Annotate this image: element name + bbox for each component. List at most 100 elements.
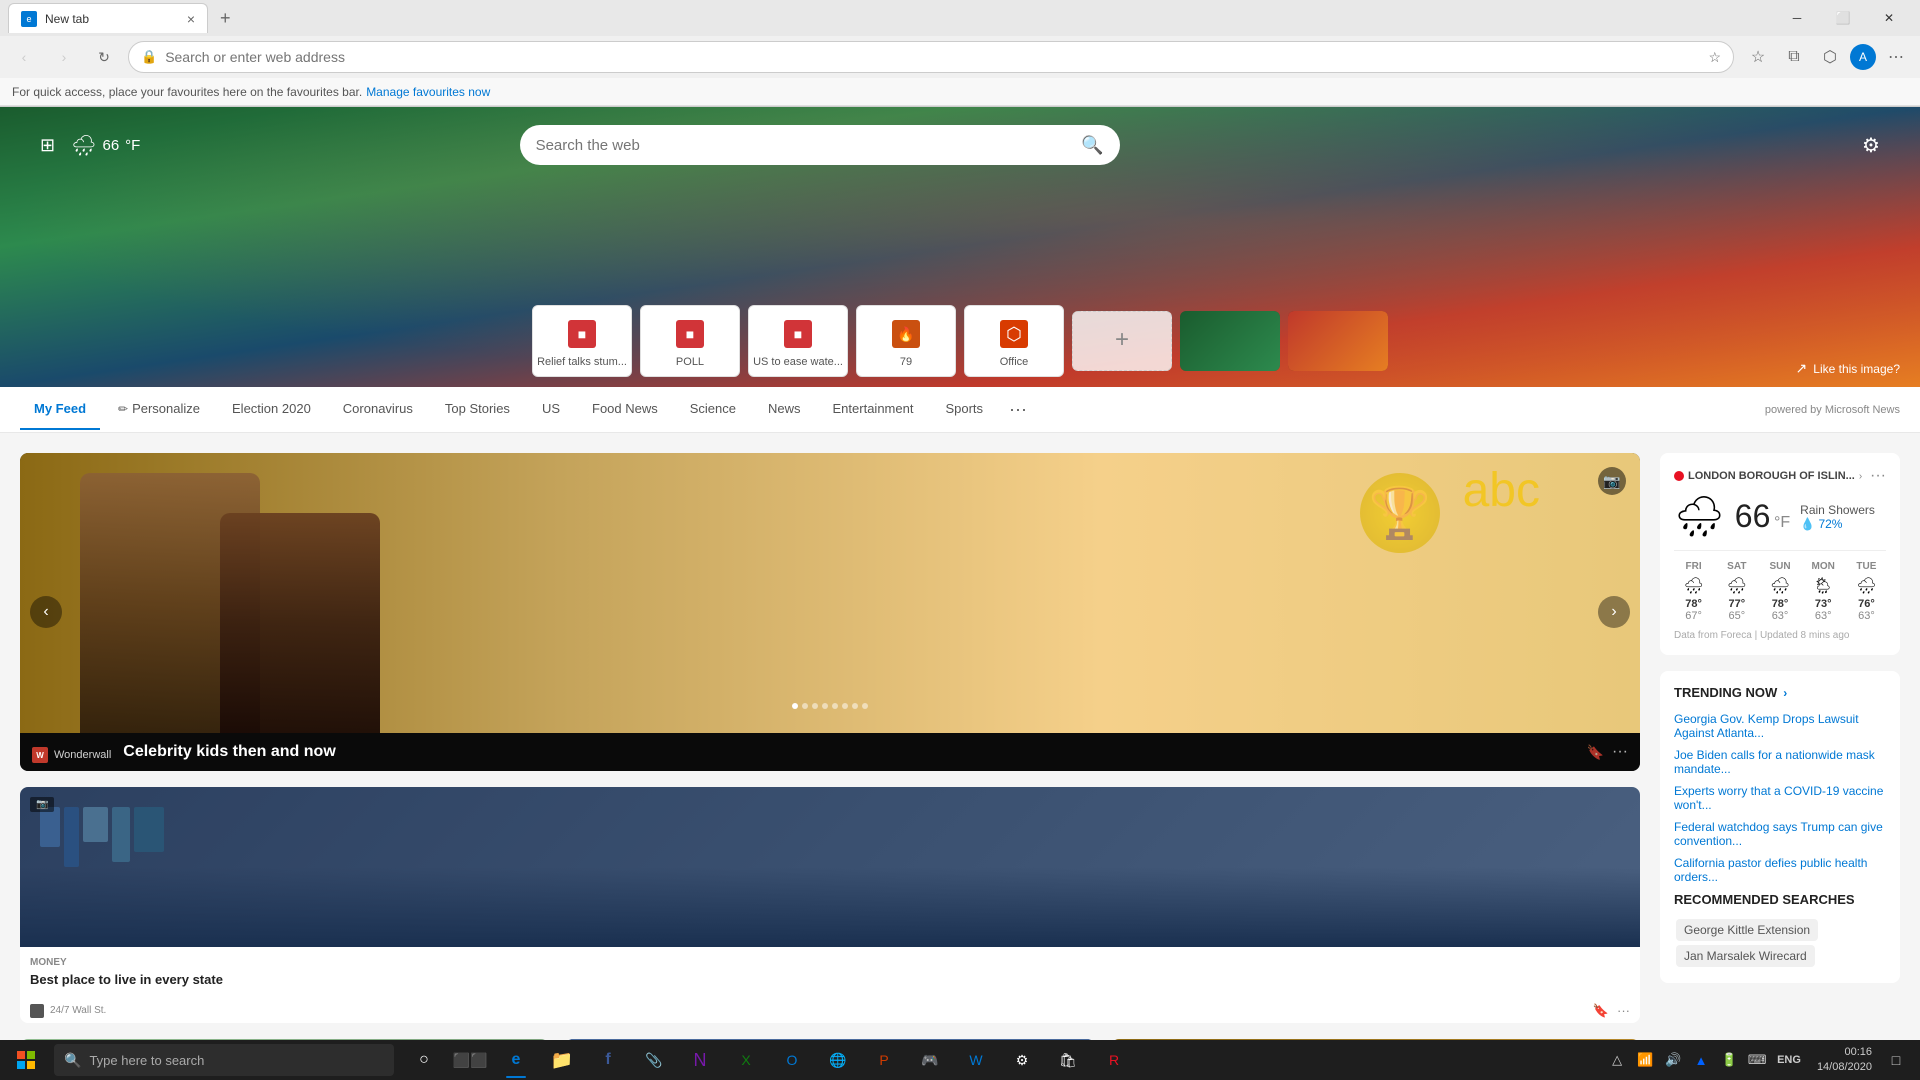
taskbar-folder-icon[interactable]: 📁 [540,1040,584,1080]
shortcut-thumb-1[interactable] [1180,311,1280,371]
like-image-text: Like this image? [1813,362,1900,376]
shortcut-79[interactable]: 🔥 79 [856,305,956,377]
trending-item-5[interactable]: California pastor defies public health o… [1674,856,1886,884]
trending-item-2[interactable]: Joe Biden calls for a nationwide mask ma… [1674,748,1886,776]
taskbar-battery-icon[interactable]: 🔋 [1717,1048,1741,1072]
favorites-icon[interactable]: ☆ [1708,49,1721,66]
tab-my-feed[interactable]: My Feed [20,389,100,430]
bookmark-icon-small[interactable]: 🔖 [1593,1003,1609,1019]
taskbar-edge-icon[interactable]: e [494,1040,538,1080]
extensions-icon[interactable]: ⬡ [1814,41,1846,73]
tab-sports[interactable]: Sports [931,389,997,430]
taskbar-cortana-icon[interactable]: ○ [402,1040,446,1080]
favorites-toolbar-icon[interactable]: ☆ [1742,41,1774,73]
taskbar-browser2-icon[interactable]: 🌐 [816,1040,860,1080]
weather-location-chevron[interactable]: › [1859,471,1862,482]
taskbar-steam-icon[interactable]: ⚙ [1000,1040,1044,1080]
tab-personalize[interactable]: ✏ Personalize [104,389,214,430]
like-image-button[interactable]: ↗ Like this image? [1796,360,1900,377]
dot-6[interactable] [842,703,848,709]
dot-3[interactable] [812,703,818,709]
hero-search-input[interactable] [536,137,1072,154]
hero-search-box[interactable]: 🔍 [520,125,1120,165]
taskbar-excel-icon[interactable]: X [724,1040,768,1080]
taskbar-dropbox-icon[interactable]: ▲ [1689,1048,1713,1072]
shortcut-add-new[interactable]: + [1072,311,1172,371]
forecast-sun: SUN 🌧 78° 63° [1760,561,1799,622]
minimize-button[interactable]: ─ [1774,0,1820,36]
tab-food-news[interactable]: Food News [578,389,672,430]
bookmark-icon[interactable]: 🔖 [1587,744,1604,761]
settings-menu-icon[interactable]: ⋯ [1880,41,1912,73]
taskbar-facebook-icon[interactable]: f [586,1040,630,1080]
tab-us[interactable]: US [528,389,574,430]
close-button[interactable]: ✕ [1866,0,1912,36]
taskbar-powerpoint-icon[interactable]: P [862,1040,906,1080]
taskbar-network-icon[interactable]: 📶 [1633,1048,1657,1072]
dot-5[interactable] [832,703,838,709]
trending-item-1[interactable]: Georgia Gov. Kemp Drops Lawsuit Against … [1674,712,1886,740]
taskbar-store-icon[interactable]: 🛍 [1046,1040,1090,1080]
tab-close-button[interactable]: × [187,11,195,27]
tab-coronavirus[interactable]: Coronavirus [329,389,427,430]
address-bar[interactable]: 🔒 ☆ [128,41,1734,73]
dot-7[interactable] [852,703,858,709]
hero-settings-icon[interactable]: ⚙ [1862,133,1880,158]
tab-election2020[interactable]: Election 2020 [218,389,325,430]
start-button[interactable] [4,1040,48,1080]
profile-avatar[interactable]: A [1850,44,1876,70]
waffle-menu-icon[interactable]: ⊞ [40,135,55,156]
trending-item-4[interactable]: Federal watchdog says Trump can give con… [1674,820,1886,848]
tab-science[interactable]: Science [676,389,750,430]
tab-entertainment[interactable]: Entertainment [819,389,928,430]
taskbar-keyboard-icon[interactable]: ⌨ [1745,1048,1769,1072]
tab-top-stories[interactable]: Top Stories [431,389,524,430]
trending-item-3[interactable]: Experts worry that a COVID-19 vaccine wo… [1674,784,1886,812]
maximize-button[interactable]: ⬜ [1820,0,1866,36]
featured-next-button[interactable]: › [1598,596,1630,628]
taskbar-show-desktop[interactable]: △ [1605,1048,1629,1072]
tab-bar: e New tab × + ─ ⬜ ✕ [0,0,1920,36]
taskbar-notification-icon[interactable]: □ [1884,1048,1908,1072]
featured-article[interactable]: 🏆 abc 📷 ‹ › [20,453,1640,771]
taskbar-outlook-icon[interactable]: O [770,1040,814,1080]
trending-header[interactable]: TRENDING NOW › [1674,685,1886,700]
taskbar-stickynotes-icon[interactable]: 📎 [632,1040,676,1080]
tab-news[interactable]: News [754,389,815,430]
shortcut-us-ease[interactable]: ■ US to ease wate... [748,305,848,377]
more-tabs-button[interactable]: ··· [1001,387,1035,432]
taskbar-extra-icon[interactable]: R [1092,1040,1136,1080]
dot-1[interactable] [792,703,798,709]
taskbar-taskview-icon[interactable]: ⬛⬛ [448,1040,492,1080]
taskbar-search-box[interactable]: 🔍 Type here to search [54,1044,394,1076]
shortcut-relief[interactable]: ■ Relief talks stum... [532,305,632,377]
forward-button[interactable]: › [48,41,80,73]
dot-2[interactable] [802,703,808,709]
taskbar-speaker-icon[interactable]: 🔊 [1661,1048,1685,1072]
dot-4[interactable] [822,703,828,709]
taskbar-games-icon[interactable]: 🎮 [908,1040,952,1080]
featured-prev-button[interactable]: ‹ [30,596,62,628]
money-article[interactable]: 📷 MONEY Best place to live in every stat… [20,787,1640,1023]
taskbar-clock[interactable]: 00:16 14/08/2020 [1809,1045,1880,1076]
back-button[interactable]: ‹ [8,41,40,73]
weather-widget[interactable]: 🌧 66 °F [71,133,140,158]
shortcut-office[interactable]: ⬡ Office [964,305,1064,377]
shortcut-poll[interactable]: ■ POLL [640,305,740,377]
rec-tag-2[interactable]: Jan Marsalek Wirecard [1676,945,1815,967]
hero-search-icon[interactable]: 🔍 [1081,135,1103,156]
dot-8[interactable] [862,703,868,709]
taskbar-onenote-icon[interactable]: N [678,1040,722,1080]
weather-more-icon[interactable]: ··· [1870,467,1886,485]
active-tab[interactable]: e New tab × [8,3,208,33]
manage-favorites-link[interactable]: Manage favourites now [366,85,490,99]
more-options-icon[interactable]: ··· [1612,743,1628,761]
collections-icon[interactable]: ⧉ [1778,41,1810,73]
taskbar-word-icon[interactable]: W [954,1040,998,1080]
new-tab-button[interactable]: + [212,8,239,29]
shortcut-thumb-2[interactable] [1288,311,1388,371]
more-icon-small[interactable]: ··· [1617,1003,1630,1019]
refresh-button[interactable]: ↻ [88,41,120,73]
rec-tag-1[interactable]: George Kittle Extension [1676,919,1818,941]
address-input[interactable] [165,49,1700,65]
